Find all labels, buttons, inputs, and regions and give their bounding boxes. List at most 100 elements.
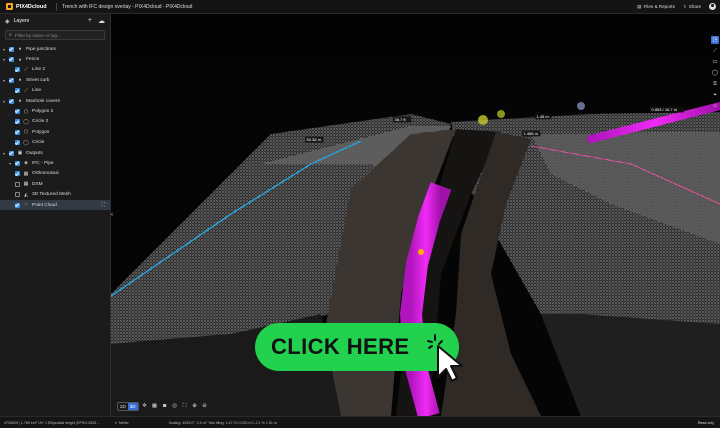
layer-row[interactable]: ⟋ Line bbox=[0, 86, 110, 96]
measurement-label: 0.853 / 16.7 m bbox=[652, 107, 678, 112]
layer-visibility-checkbox[interactable] bbox=[9, 150, 14, 156]
select-tool-icon[interactable]: ◳ bbox=[711, 36, 719, 44]
measurement-label: 38.7 ft bbox=[395, 117, 407, 122]
layer-row[interactable]: ▾ ⬧ Fence bbox=[0, 54, 110, 64]
foreground-right bbox=[541, 314, 720, 416]
app-logo[interactable]: PIX4Dcloud bbox=[0, 3, 56, 10]
settings-gear-icon[interactable]: ✲ bbox=[141, 402, 149, 410]
layer-visibility-checkbox[interactable] bbox=[15, 171, 20, 177]
camera-icon[interactable]: ◙ bbox=[161, 402, 169, 410]
layer-row[interactable]: ▾ ⬧ Manhole covers bbox=[0, 96, 110, 106]
layer-label: Line bbox=[32, 88, 42, 94]
layer-visibility-checkbox[interactable] bbox=[9, 77, 14, 83]
layer-visibility-checkbox[interactable] bbox=[15, 119, 20, 125]
units-icon: ▾ bbox=[115, 420, 117, 425]
layer-visibility-checkbox[interactable] bbox=[15, 88, 20, 94]
layer-label: DSM bbox=[32, 181, 43, 187]
expand-chevron-icon[interactable]: ▾ bbox=[2, 78, 6, 83]
layer-row[interactable]: ▦ DSM bbox=[0, 179, 110, 189]
right-toolbar: ◳ ⟋ ▭ ◯ ⌸ ⌖ ⬦ bbox=[710, 36, 720, 110]
layer-row[interactable]: ◯ Circle 2 bbox=[0, 117, 110, 127]
ifc-icon: ◈ bbox=[24, 160, 28, 167]
zoom-in-icon[interactable]: ⊕ bbox=[191, 402, 199, 410]
tag-tool-icon[interactable]: ⬦ bbox=[711, 102, 719, 110]
layer-visibility-checkbox[interactable] bbox=[15, 202, 20, 208]
layer-row[interactable]: ▾ ◈ IFC - Pipe bbox=[0, 158, 110, 168]
expand-chevron-icon[interactable]: ▾ bbox=[2, 151, 6, 156]
layer-visibility-checkbox[interactable] bbox=[9, 98, 14, 104]
layers-icon: ◈ bbox=[5, 18, 10, 25]
cursor-pointer-icon bbox=[427, 334, 463, 382]
layer-label: Circle 2 bbox=[32, 119, 49, 125]
layer-label: Fence bbox=[26, 57, 40, 63]
upload-cloud-icon[interactable]: ☁ bbox=[98, 17, 105, 25]
expand-chevron-icon[interactable]: ▾ bbox=[2, 99, 6, 104]
layer-row[interactable]: ⟋ Line 2 bbox=[0, 65, 110, 75]
app-name: PIX4Dcloud bbox=[16, 3, 47, 10]
pipe-junction-marker[interactable] bbox=[418, 249, 424, 255]
layer-visibility-checkbox[interactable] bbox=[15, 160, 20, 166]
share-button[interactable]: ⇪ Share bbox=[683, 4, 701, 10]
expand-chevron-icon[interactable]: ▾ bbox=[8, 161, 12, 166]
polygon-measure-icon[interactable]: ▭ bbox=[711, 58, 719, 66]
layer-visibility-checkbox[interactable] bbox=[15, 181, 20, 187]
top-bar: PIX4Dcloud Trench with IFC design overla… bbox=[0, 0, 720, 14]
panel-collapse-chevron-icon[interactable]: ‹ bbox=[111, 212, 116, 222]
layer-row[interactable]: ◯ Circle bbox=[0, 138, 110, 148]
share-label: Share bbox=[688, 4, 701, 9]
circle-icon: ◯ bbox=[23, 139, 29, 146]
layer-visibility-checkbox[interactable] bbox=[15, 192, 20, 198]
status-bar: 4730609 | 1.789 km² 10+ 1 Ellipsoidal he… bbox=[0, 416, 720, 428]
view-2d-button[interactable]: 2D bbox=[118, 403, 128, 410]
layer-label: IFC - Pipe bbox=[32, 160, 54, 166]
layer-row[interactable]: ⬠ Polygon 2 bbox=[0, 106, 110, 116]
layers-panel: ◈ Layers + ☁ ⌕ ▾ ⬧ Pipe junctions ▾ ⬧ Fence ⟋ L… bbox=[0, 14, 111, 416]
layer-row[interactable]: ▾ ▣ Outputs bbox=[0, 148, 110, 158]
units-selector[interactable]: ▾ Metric bbox=[111, 421, 129, 425]
zoom-out-icon[interactable]: ⊖ bbox=[201, 402, 209, 410]
layers-toggle-icon[interactable]: ▦ bbox=[151, 402, 159, 410]
layer-row[interactable]: ⬠ Polygon bbox=[0, 127, 110, 137]
layer-visibility-checkbox[interactable] bbox=[15, 129, 20, 135]
line-measure-icon[interactable]: ⟋ bbox=[711, 47, 719, 55]
view-3d-button[interactable]: 3D bbox=[127, 402, 138, 410]
read-only-badge: Read only bbox=[697, 420, 714, 425]
layer-visibility-checkbox[interactable] bbox=[15, 140, 20, 146]
layer-label: Point Cloud bbox=[32, 202, 57, 208]
volume-icon[interactable]: ⌸ bbox=[711, 80, 719, 88]
click-here-label: CLICK HERE bbox=[271, 334, 410, 359]
tag-icon: ⬧ bbox=[18, 46, 22, 53]
layer-visibility-checkbox[interactable] bbox=[9, 57, 14, 63]
share-icon: ⇪ bbox=[682, 3, 687, 9]
layer-search-input[interactable] bbox=[14, 32, 95, 38]
compass-icon[interactable]: ◎ bbox=[171, 402, 179, 410]
layer-visibility-checkbox[interactable] bbox=[9, 46, 14, 52]
expand-chevron-icon[interactable]: ▾ bbox=[2, 47, 6, 52]
layer-options-icon[interactable]: ⛶ bbox=[101, 202, 105, 208]
fit-view-icon[interactable]: ⛶ bbox=[181, 402, 189, 410]
files-reports-button[interactable]: ▤ Files & Reports bbox=[637, 4, 675, 10]
circle-measure-icon[interactable]: ◯ bbox=[711, 69, 719, 77]
scale-readout: Scaling: 4925.0°, 0.0 m° Yaw tiltng: 1.4… bbox=[168, 420, 277, 425]
layer-label: Orthomosaic bbox=[32, 171, 60, 177]
layer-row[interactable]: ◭ 3D Textured Mesh bbox=[0, 189, 110, 199]
project-title: Trench with IFC design overlay - PIX4Dcl… bbox=[62, 3, 193, 10]
pointcloud-icon: ⁘ bbox=[23, 202, 29, 209]
folder-icon: ▣ bbox=[17, 150, 23, 157]
location-pin-icon[interactable]: ⌖ bbox=[711, 91, 719, 99]
user-avatar-icon[interactable] bbox=[709, 3, 716, 10]
layer-visibility-checkbox[interactable] bbox=[15, 67, 20, 73]
layer-label: Circle bbox=[32, 140, 45, 146]
units-label: Metric bbox=[118, 420, 129, 425]
layer-row[interactable]: ▾ ⬧ Street curb bbox=[0, 75, 110, 85]
layer-row[interactable]: ⁘ Point Cloud ⛶ bbox=[0, 199, 110, 211]
expand-chevron-icon[interactable]: ▾ bbox=[2, 57, 6, 62]
layer-row[interactable]: ▾ ⬧ Pipe junctions bbox=[0, 44, 110, 54]
tag-icon: ⬧ bbox=[18, 56, 22, 63]
add-layer-icon[interactable]: + bbox=[88, 17, 92, 25]
layer-row[interactable]: ▦ Orthomosaic bbox=[0, 169, 110, 179]
layer-label: Polygon bbox=[32, 129, 50, 135]
layer-visibility-checkbox[interactable] bbox=[15, 109, 20, 115]
files-icon: ▤ bbox=[637, 3, 642, 9]
coordinate-readout: 4730609 | 1.789 km² 10+ 1 Ellipsoidal he… bbox=[4, 420, 101, 425]
